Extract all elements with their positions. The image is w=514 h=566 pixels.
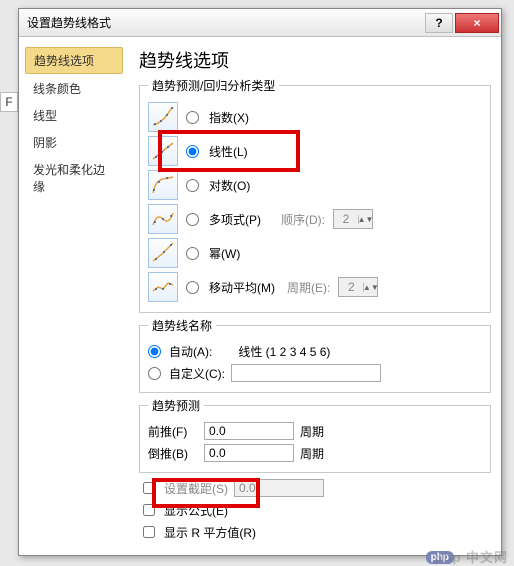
dialog-title: 设置趋势线格式	[19, 14, 424, 31]
main-panel: 趋势线选项 趋势预测/回归分析类型 指数(X) 线性(L) 对数(O)	[129, 37, 501, 555]
help-button[interactable]: ?	[425, 13, 453, 33]
power-radio[interactable]	[186, 247, 199, 260]
name-legend: 趋势线名称	[148, 317, 216, 334]
logarithmic-label: 对数(O)	[209, 177, 250, 194]
exponential-icon	[148, 102, 178, 132]
logarithmic-icon	[148, 170, 178, 200]
backward-label: 倒推(B)	[148, 445, 198, 462]
backward-input[interactable]	[204, 444, 294, 462]
forecast-legend: 趋势预测	[148, 397, 204, 414]
power-label: 幂(W)	[209, 245, 240, 262]
name-auto-value: 线性 (1 2 3 4 5 6)	[238, 343, 330, 360]
backward-unit: 周期	[300, 445, 324, 462]
polynomial-icon	[148, 204, 178, 234]
name-custom-label: 自定义(C):	[169, 365, 225, 382]
linear-icon	[148, 136, 178, 166]
order-spinner[interactable]: 2▲▼	[333, 209, 373, 229]
trendline-name-group: 趋势线名称 自动(A): 线性 (1 2 3 4 5 6) 自定义(C):	[139, 317, 491, 393]
polynomial-label: 多项式(P)	[209, 211, 261, 228]
forward-label: 前推(F)	[148, 423, 198, 440]
show-equation-checkbox[interactable]	[143, 504, 155, 516]
forward-input[interactable]	[204, 422, 294, 440]
moving-avg-icon	[148, 272, 178, 302]
moving-avg-label: 移动平均(M)	[209, 279, 275, 296]
sidebar-item-line-style[interactable]: 线型	[25, 103, 123, 128]
polynomial-radio[interactable]	[186, 213, 199, 226]
close-button[interactable]: ×	[455, 13, 499, 33]
logarithmic-radio[interactable]	[186, 179, 199, 192]
linear-label: 线性(L)	[209, 143, 248, 160]
intercept-input	[234, 479, 324, 497]
period-label: 周期(E):	[287, 279, 330, 296]
show-equation-label: 显示公式(E)	[164, 502, 228, 519]
sidebar-item-shadow[interactable]: 阴影	[25, 130, 123, 155]
moving-avg-radio[interactable]	[186, 281, 199, 294]
name-auto-radio[interactable]	[148, 345, 161, 358]
forecast-group: 趋势预测 前推(F) 周期 倒推(B) 周期	[139, 397, 491, 473]
set-intercept-label: 设置截距(S)	[164, 480, 228, 497]
sidebar-item-trendline-options[interactable]: 趋势线选项	[25, 47, 123, 74]
sidebar-item-line-color[interactable]: 线条颜色	[25, 76, 123, 101]
show-r2-label: 显示 R 平方值(R)	[164, 524, 256, 541]
watermark: php 中文网	[435, 547, 508, 566]
name-custom-radio[interactable]	[148, 367, 161, 380]
background-cell: F	[0, 92, 18, 112]
order-label: 顺序(D):	[281, 211, 325, 228]
period-spinner[interactable]: 2▲▼	[338, 277, 378, 297]
set-intercept-checkbox[interactable]	[143, 482, 155, 494]
linear-radio[interactable]	[186, 145, 199, 158]
name-custom-input[interactable]	[231, 364, 381, 382]
sidebar-item-glow[interactable]: 发光和柔化边缘	[25, 157, 123, 199]
power-icon	[148, 238, 178, 268]
trend-type-group: 趋势预测/回归分析类型 指数(X) 线性(L) 对数(O)	[139, 77, 491, 313]
show-r2-checkbox[interactable]	[143, 526, 155, 538]
forward-unit: 周期	[300, 423, 324, 440]
trend-type-legend: 趋势预测/回归分析类型	[148, 77, 279, 94]
exponential-label: 指数(X)	[209, 109, 249, 126]
sidebar: 趋势线选项 线条颜色 线型 阴影 发光和柔化边缘	[19, 37, 129, 555]
name-auto-label: 自动(A):	[169, 343, 212, 360]
panel-heading: 趋势线选项	[139, 47, 491, 73]
titlebar: 设置趋势线格式 ? ×	[19, 9, 501, 37]
exponential-radio[interactable]	[186, 111, 199, 124]
format-trendline-dialog: 设置趋势线格式 ? × 趋势线选项 线条颜色 线型 阴影 发光和柔化边缘 趋势线…	[18, 8, 502, 556]
